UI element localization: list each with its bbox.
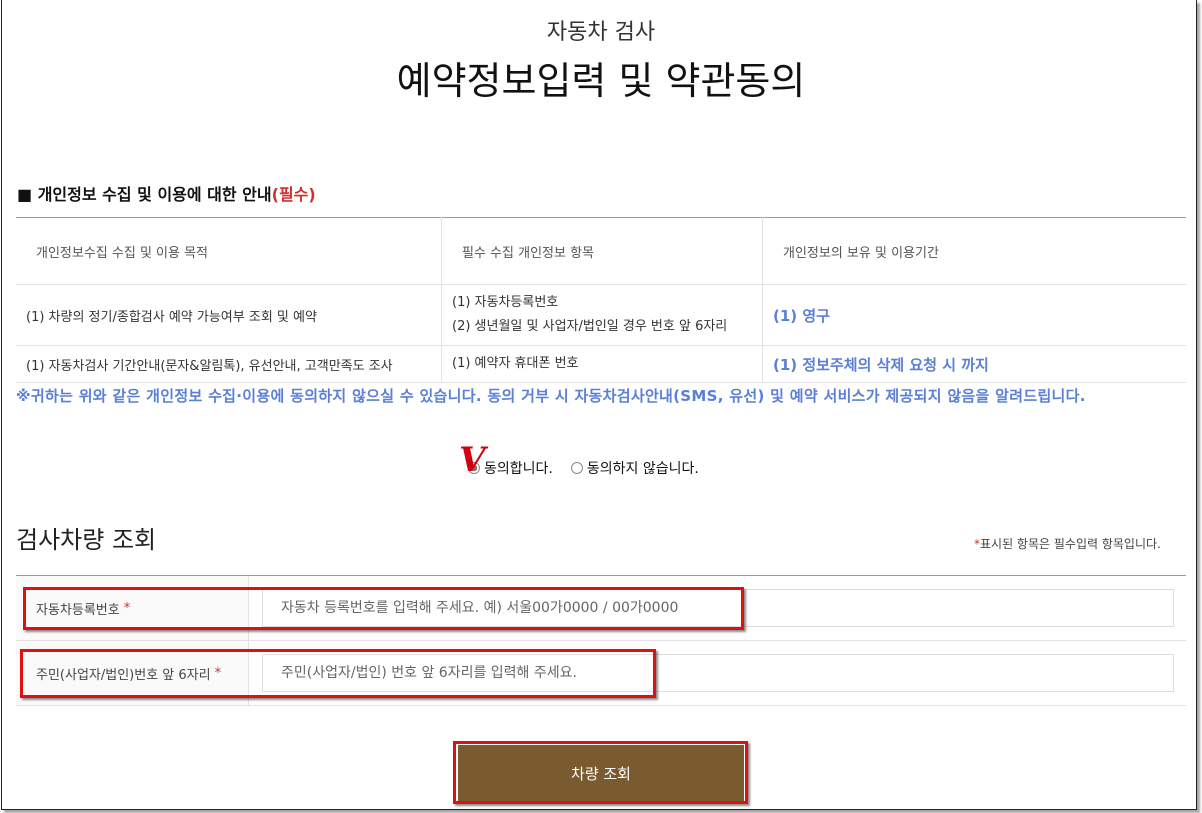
- table-row: (1) 자동차검사 기간안내(문자&알림톡), 유선안내, 고객만족도 조사 (…: [16, 345, 1186, 383]
- id-number-label-text: 주민(사업자/법인)번호 앞 6자리: [36, 667, 211, 683]
- consent-notice: ※귀하는 위와 같은 개인정보 수집·이용에 동의하지 않으실 수 있습니다. …: [16, 387, 1086, 405]
- period-cell: (1) 정보주체의 삭제 요청 시 까지: [762, 345, 1186, 383]
- table-row: (1) 차량의 정기/종합검사 예약 가능여부 조회 및 예약 (1) 자동차등…: [16, 284, 1186, 346]
- table-header-row: 개인정보수집 수집 및 이용 목적 필수 수집 개인정보 항목 개인정보의 보유…: [16, 217, 1186, 285]
- disagree-radio[interactable]: [570, 462, 583, 474]
- column-header-purpose: 개인정보수집 수집 및 이용 목적: [16, 217, 442, 285]
- form-row-registration: 자동차등록번호 *: [16, 576, 1186, 641]
- required-star: *: [214, 665, 222, 681]
- column-header-period: 개인정보의 보유 및 이용기간: [762, 217, 1186, 285]
- page-subtitle: 자동차 검사: [546, 20, 656, 45]
- items-cell: (1) 예약자 휴대폰 번호: [441, 345, 763, 383]
- privacy-heading-text: ■ 개인정보 수집 및 이용에 대한 안내: [17, 185, 272, 204]
- form-row-id-number: 주민(사업자/법인)번호 앞 6자리 *: [16, 641, 1186, 706]
- purpose-cell: (1) 차량의 정기/종합검사 예약 가능여부 조회 및 예약: [16, 284, 442, 346]
- privacy-section-heading: ■ 개인정보 수집 및 이용에 대한 안내(필수): [17, 181, 316, 205]
- disagree-option[interactable]: 동의하지 않습니다.: [570, 458, 699, 478]
- agree-label: 동의합니다.: [484, 461, 553, 477]
- disagree-label: 동의하지 않습니다.: [586, 461, 699, 477]
- purpose-cell: (1) 자동차검사 기간안내(문자&알림톡), 유선안내, 고객만족도 조사: [16, 345, 442, 383]
- vehicle-search-title: 검사차량 조회: [16, 526, 157, 554]
- vehicle-search-form: 자동차등록번호* 주민(사업자/법인)번호 앞 6자리*: [16, 575, 1186, 706]
- registration-number-input[interactable]: [262, 589, 1174, 627]
- item-text: (1) 자동차등록번호: [452, 295, 559, 310]
- privacy-info-table: 개인정보수집 수집 및 이용 목적 필수 수집 개인정보 항목 개인정보의 보유…: [16, 217, 1186, 383]
- items-cell: (1) 자동차등록번호 (2) 생년월일 및 사업자/법인일 경우 번호 앞 6…: [441, 284, 763, 346]
- registration-label: 자동차등록번호 *: [16, 576, 249, 640]
- required-note-text: 표시된 항목은 필수입력 항목입니다.: [980, 537, 1161, 551]
- vehicle-search-button[interactable]: 차량 조회: [458, 745, 744, 801]
- page-title: 예약정보입력 및 약관동의: [396, 59, 806, 103]
- column-header-items: 필수 수집 개인정보 항목: [441, 217, 763, 285]
- item-text: (2) 생년월일 및 사업자/법인일 경우 번호 앞 6자리: [452, 319, 728, 334]
- required-label: (필수): [271, 185, 316, 204]
- checkmark-annotation-icon: V: [459, 440, 486, 480]
- id-number-input[interactable]: [262, 654, 1174, 692]
- required-note: *표시된 항목은 필수입력 항목입니다.: [974, 535, 1161, 552]
- registration-label-text: 자동차등록번호: [36, 602, 120, 618]
- consent-radio-group: 동의합니다. 동의하지 않습니다.: [468, 458, 717, 478]
- id-number-label: 주민(사업자/법인)번호 앞 6자리 *: [16, 641, 249, 705]
- period-cell: (1) 영구: [762, 284, 1186, 346]
- required-star: *: [123, 600, 131, 616]
